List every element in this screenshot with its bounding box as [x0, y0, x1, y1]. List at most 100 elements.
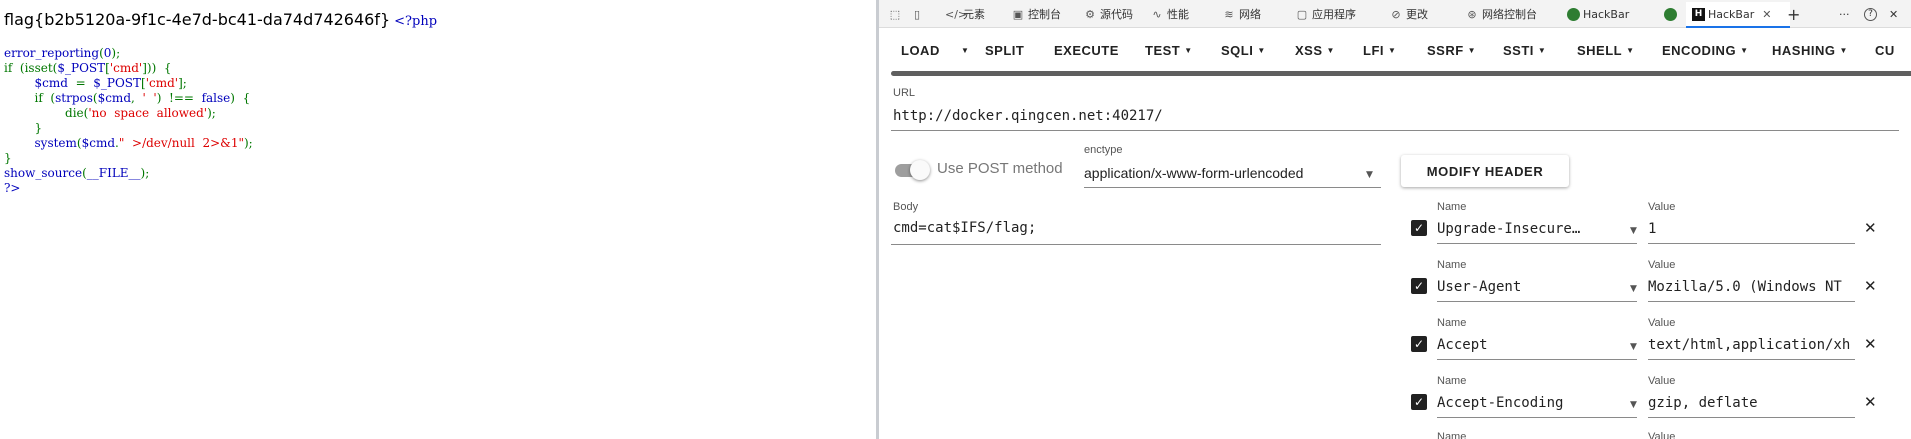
devtools-tabbar: ⬚ ▯ </> 元素 ▣ 控制台 ⚙ 源代码 ∿ 性能 ≋ 网络 ▢ 应用程序 ⊘ 更改 ⊛ 网… — [879, 0, 1911, 28]
add-tab-icon[interactable]: + — [1787, 4, 1800, 24]
enctype-select[interactable]: application/x-www-form-urlencoded — [1084, 165, 1303, 181]
menu-scrollbar[interactable] — [891, 71, 1911, 76]
hackbar-h-icon: H — [1692, 7, 1705, 21]
delete-header-icon[interactable]: ✕ — [1864, 393, 1877, 411]
load-dropdown-icon[interactable]: ▼ — [957, 43, 969, 58]
header-value-label: Value — [1648, 431, 1676, 439]
header-value-underline — [1648, 417, 1855, 418]
chevron-down-icon[interactable]: ▼ — [1630, 342, 1637, 352]
gear-icon: ⚙ — [1085, 7, 1095, 21]
tab-hackbar-extra[interactable] — [1664, 4, 1680, 24]
load-button[interactable]: LOAD — [901, 43, 940, 58]
header-value-input[interactable]: gzip, deflate — [1648, 395, 1852, 411]
header-enabled-checkbox[interactable]: ✓ — [1411, 220, 1427, 236]
header-value-label: Value — [1648, 375, 1676, 387]
modify-header-button[interactable]: MODIFY HEADER — [1401, 155, 1569, 187]
hackbar-menu: LOAD ▼ SPLIT EXECUTE TEST ▼ SQLI ▼ XSS ▼ LF… — [879, 32, 1911, 70]
code-token: } — [4, 121, 43, 135]
code-token: = — [67, 76, 94, 90]
header-name-select[interactable]: Accept — [1437, 337, 1585, 353]
code-line: if (strpos($cmd, ' ') !== false) { — [4, 91, 253, 106]
split-button[interactable]: SPLIT — [985, 43, 1024, 58]
body-underline — [891, 244, 1381, 245]
code-line: ?> — [4, 181, 253, 196]
url-input[interactable]: http://docker.qingcen.net:40217/ — [893, 108, 1163, 124]
header-name-select[interactable]: Accept-Encoding — [1437, 395, 1585, 411]
code-token: error_reporting — [4, 46, 100, 60]
tab-elements[interactable]: </> 元素 — [945, 4, 985, 24]
chevron-down-icon[interactable]: ▼ — [1630, 284, 1637, 294]
tab-hackbar-active-label[interactable]: H HackBar ✕ — [1692, 4, 1771, 24]
chevron-down-icon: ▼ — [1467, 46, 1477, 55]
body-input[interactable]: cmd=cat$IFS/flag; — [893, 220, 1036, 236]
close-devtools-icon[interactable]: ✕ — [1889, 4, 1898, 24]
hashing-menu[interactable]: HASHING ▼ — [1772, 43, 1848, 58]
lfi-menu[interactable]: LFI ▼ — [1363, 43, 1396, 58]
tab-sources[interactable]: ⚙ 源代码 — [1082, 4, 1133, 24]
sqli-menu[interactable]: SQLI ▼ — [1221, 43, 1266, 58]
header-value-input[interactable]: Mozilla/5.0 (Windows NT — [1648, 279, 1852, 295]
tab-performance[interactable]: ∿ 性能 — [1149, 4, 1189, 24]
encoding-menu[interactable]: ENCODING ▼ — [1662, 43, 1748, 58]
xss-menu[interactable]: XSS ▼ — [1295, 43, 1335, 58]
header-enabled-checkbox[interactable]: ✓ — [1411, 278, 1427, 294]
delete-header-icon[interactable]: ✕ — [1864, 219, 1877, 237]
tab-network-console[interactable]: ⊛ 网络控制台 — [1464, 4, 1537, 24]
enctype-underline — [1084, 187, 1381, 188]
tab-console[interactable]: ▣ 控制台 — [1010, 4, 1061, 24]
header-enabled-checkbox[interactable]: ✓ — [1411, 336, 1427, 352]
tab-changes[interactable]: ⊘ 更改 — [1388, 4, 1428, 24]
chevron-down-icon: ▼ — [1326, 46, 1335, 55]
enctype-label: enctype — [1084, 144, 1123, 156]
code-token: ( — [12, 61, 25, 75]
code-line: } — [4, 151, 253, 166]
more-icon[interactable]: ··· — [1839, 4, 1850, 24]
shell-menu[interactable]: SHELL ▼ — [1577, 43, 1635, 58]
chevron-down-icon[interactable]: ▼ — [1630, 400, 1637, 410]
tab-hackbar-1[interactable]: HackBar — [1567, 4, 1629, 24]
code-token: system — [4, 136, 77, 150]
test-menu[interactable]: TEST ▼ — [1145, 43, 1193, 58]
custom-menu[interactable]: CU — [1875, 43, 1895, 58]
header-name-underline — [1437, 417, 1637, 418]
device-toggle-icon[interactable]: ▯ — [909, 4, 927, 24]
header-value-input[interactable]: text/html,application/xh — [1648, 337, 1852, 353]
inspect-icon[interactable]: ⬚ — [887, 4, 905, 24]
chevron-down-icon: ▼ — [1257, 46, 1266, 55]
code-token: strpos — [55, 91, 93, 105]
code-token: ]; — [178, 76, 187, 90]
chevron-down-icon: ▼ — [1537, 46, 1547, 55]
delete-header-icon[interactable]: ✕ — [1864, 335, 1877, 353]
tab-network[interactable]: ≋ 网络 — [1221, 4, 1261, 24]
application-icon: ▢ — [1296, 7, 1308, 21]
delete-header-icon[interactable]: ✕ — [1864, 277, 1877, 295]
header-enabled-checkbox[interactable]: ✓ — [1411, 394, 1427, 410]
execute-button[interactable]: EXECUTE — [1054, 43, 1119, 58]
help-icon[interactable]: ? — [1864, 4, 1877, 24]
chevron-down-icon: ▼ — [1388, 46, 1397, 55]
code-token: die — [4, 106, 84, 120]
ssti-menu[interactable]: SSTI ▼ — [1503, 43, 1546, 58]
console-icon: ▣ — [1012, 7, 1024, 21]
chevron-down-icon[interactable]: ▼ — [1630, 226, 1637, 236]
header-name-select[interactable]: User-Agent — [1437, 279, 1585, 295]
chevron-down-icon[interactable]: ▼ — [1366, 170, 1373, 180]
tab-application[interactable]: ▢ 应用程序 — [1294, 4, 1356, 24]
code-token: , — [131, 91, 143, 105]
header-name-label: Name — [1437, 317, 1467, 329]
code-token: false — [201, 91, 231, 105]
code-line: error_reporting(0); — [4, 46, 253, 61]
header-value-input[interactable]: 1 — [1648, 221, 1852, 237]
post-toggle-knob[interactable] — [910, 160, 930, 180]
performance-icon: ∿ — [1152, 7, 1162, 21]
code-token: show_source — [4, 166, 83, 180]
code-token: ])) { — [142, 61, 172, 75]
ssrf-menu[interactable]: SSRF ▼ — [1427, 43, 1476, 58]
code-token: 'cmd' — [145, 76, 179, 90]
header-value-underline — [1648, 359, 1855, 360]
header-name-select[interactable]: Upgrade-Insecure-Requests — [1437, 221, 1585, 237]
close-icon[interactable]: ✕ — [1762, 8, 1771, 21]
code-token: __FILE__ — [86, 166, 141, 180]
code-token: $cmd — [97, 91, 131, 105]
php-open-tag: <?php — [394, 14, 438, 29]
